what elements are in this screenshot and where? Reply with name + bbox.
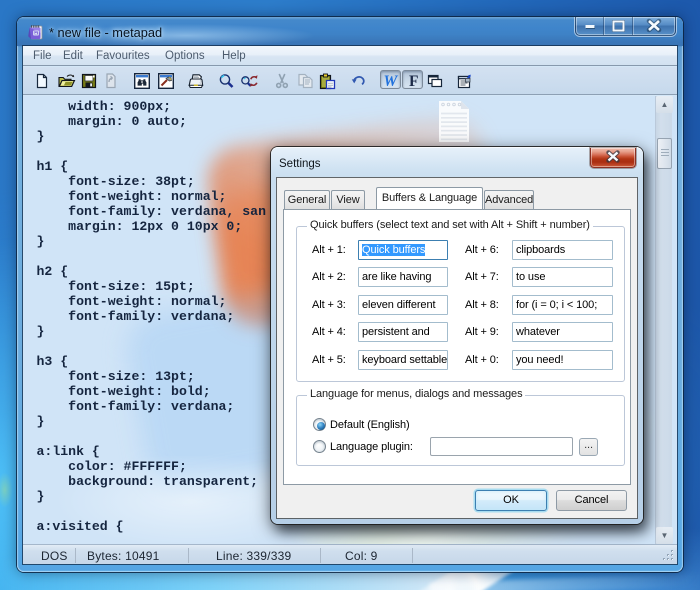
svg-text:F: F: [409, 73, 418, 89]
svg-text:W: W: [384, 73, 399, 89]
